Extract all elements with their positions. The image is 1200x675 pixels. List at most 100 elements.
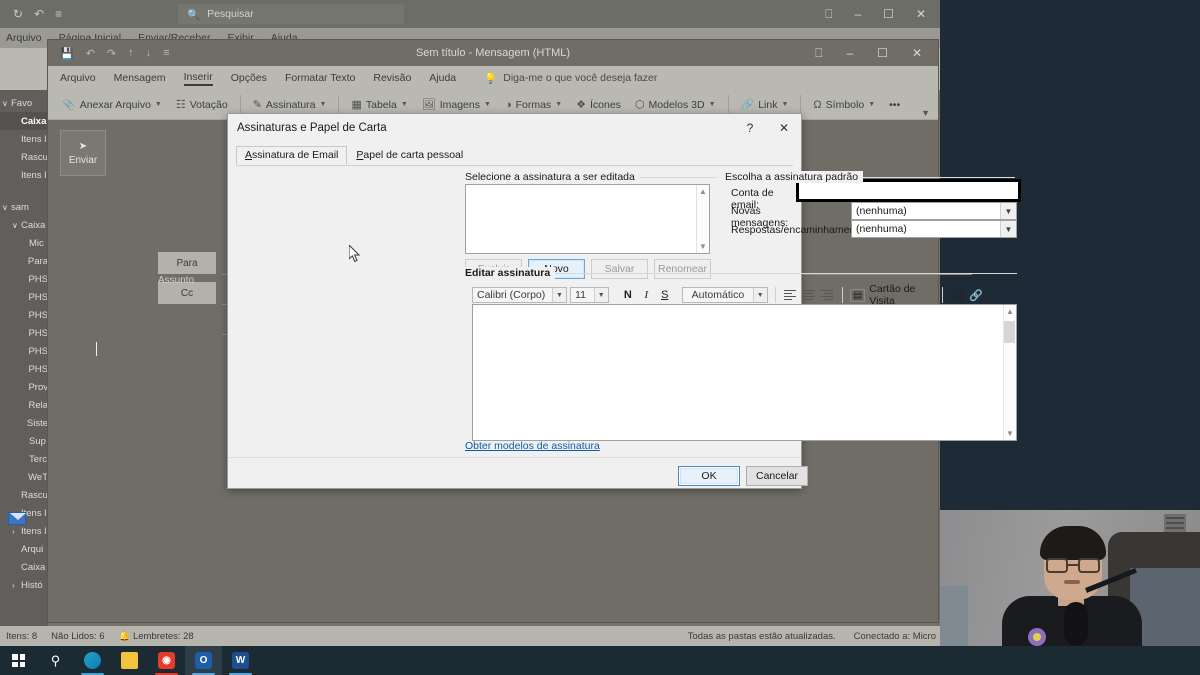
ok-button[interactable]: OK <box>678 466 740 486</box>
chevron-icon[interactable]: › <box>12 581 21 590</box>
ribbon-button-s-mbolo[interactable]: Ω Símbolo ▼ <box>807 97 881 113</box>
ribbon-button-cones[interactable]: ❖ Ícones <box>570 96 627 113</box>
windows-taskbar[interactable]: ⚲ ◉ O W <box>0 646 1200 675</box>
sidebar-item[interactable]: Mic <box>0 234 48 252</box>
editor-scroll-thumb[interactable] <box>1004 321 1015 343</box>
send-button[interactable]: ➤ Enviar <box>60 130 106 176</box>
chevron-down-icon[interactable]: ▼ <box>155 101 162 108</box>
sidebar-item[interactable]: PHS <box>0 360 48 378</box>
ribbon-button-formas[interactable]: ◑ Formas ▼ <box>499 97 568 113</box>
message-tab-ajuda[interactable]: Ajuda <box>429 72 456 84</box>
chevron-down-icon[interactable]: ▼ <box>781 101 788 108</box>
ribbon-button-vota-o[interactable]: ☷ Votação <box>170 96 234 113</box>
message-window-controls[interactable]: ⎕ – ☐ ✕ <box>815 46 938 61</box>
edge-button[interactable] <box>74 646 111 675</box>
sidebar-item[interactable]: PHS <box>0 342 48 360</box>
align-left-icon[interactable] <box>783 287 798 303</box>
maximize-icon[interactable]: ☐ <box>877 46 888 60</box>
insert-picture-icon[interactable]: 🖼 <box>950 287 965 303</box>
message-tab-inserir[interactable]: Inserir <box>183 71 213 86</box>
chevron-down-icon[interactable]: ▼ <box>320 101 327 108</box>
sidebar-item[interactable]: Rascu <box>0 148 48 166</box>
undo-icon[interactable]: ↶ <box>34 8 44 20</box>
signature-listbox[interactable]: ▲ ▼ <box>465 184 710 254</box>
minimize-icon[interactable]: – <box>854 7 861 21</box>
sidebar-item[interactable]: ∨ Favo <box>0 94 48 112</box>
replies-forwards-combo[interactable]: (nenhuma) ▼ <box>851 220 1017 238</box>
help-icon[interactable]: ? <box>733 114 767 141</box>
chevron-down-icon-2[interactable]: ▼ <box>1000 221 1016 237</box>
ribbon-button-[interactable]: ••• <box>883 97 906 113</box>
signature-editor[interactable]: ▲ ▼ <box>472 304 1017 441</box>
minimize-icon[interactable]: – <box>846 46 853 60</box>
chevron-down-icon[interactable]: ▼ <box>709 101 716 108</box>
close-icon[interactable]: ✕ <box>916 7 926 21</box>
tab-assinatura-de-email[interactable]: AAssinatura de Emailssinatura de Email <box>236 146 348 165</box>
sidebar-item[interactable]: Caixa <box>0 112 48 130</box>
message-tab-arquivo[interactable]: Arquivo <box>60 72 96 84</box>
bold-button[interactable]: N <box>620 287 635 303</box>
font-size-combo[interactable]: 11 ▼ <box>570 287 609 303</box>
new-messages-combo[interactable]: (nenhuma) ▼ <box>851 202 1017 220</box>
sidebar-item[interactable]: Para <box>0 252 48 270</box>
scroll-up-icon[interactable]: ▲ <box>1006 305 1014 318</box>
message-ribbon-tabs[interactable]: Arquivo Mensagem Inserir Opções Formatar Tex… <box>48 66 938 90</box>
scroll-down-icon[interactable]: ▼ <box>699 240 707 253</box>
sidebar-item[interactable]: Sup <box>0 432 48 450</box>
chevron-down-icon[interactable]: ▼ <box>555 101 562 108</box>
sidebar-item[interactable]: › Histó <box>0 576 48 594</box>
chevron-icon[interactable]: ∨ <box>12 221 21 230</box>
scroll-down-icon[interactable]: ▼ <box>1006 427 1014 440</box>
sidebar-item[interactable]: Arqui <box>0 540 48 558</box>
sidebar-item[interactable]: PHS <box>0 324 48 342</box>
tab-papel-de-carta-pessoal[interactable]: Papel de carta pessoal <box>347 146 472 165</box>
italic-button[interactable]: I <box>639 287 654 303</box>
scroll-up-icon[interactable]: ▲ <box>699 185 707 198</box>
sidebar-item[interactable]: PHS <box>0 306 48 324</box>
outlook-folder-pane[interactable]: ∨ Favo Caixa Itens l Rascu Itens l ∨ sam ∨ Caixa M… <box>0 90 48 626</box>
chevron-down-icon[interactable]: ▼ <box>484 101 491 108</box>
ribbon-button-tabela[interactable]: ▦ Tabela ▼ <box>345 96 413 113</box>
chevron-down-icon[interactable]: ▼ <box>552 288 567 302</box>
sidebar-item[interactable]: Rascu <box>0 486 48 504</box>
sidebar-item[interactable]: Terc <box>0 450 48 468</box>
outlook-search-box[interactable]: 🔍 Pesquisar <box>178 4 404 24</box>
sidebar-item[interactable]: Rela <box>0 396 48 414</box>
word-button[interactable]: W <box>222 646 259 675</box>
outlook-tab-arquivo[interactable]: Arquivo <box>6 32 42 44</box>
chevron-icon[interactable]: ∨ <box>2 203 11 212</box>
outlook-button[interactable]: O <box>185 646 222 675</box>
sidebar-item[interactable]: ∨ Caixa <box>0 216 48 234</box>
insert-hyperlink-icon[interactable]: 🔗 <box>969 287 984 303</box>
sidebar-item[interactable]: Prov <box>0 378 48 396</box>
app-button[interactable]: ◉ <box>148 646 185 675</box>
ribbon-button-anexar-arquivo[interactable]: 📎 Anexar Arquivo ▼ <box>56 96 168 113</box>
ribbon-display-icon[interactable]: ⎕ <box>815 46 822 61</box>
sidebar-item[interactable]: Itens l <box>0 166 48 184</box>
sidebar-item[interactable]: Itens l <box>0 130 48 148</box>
close-icon[interactable]: ✕ <box>767 114 801 141</box>
chevron-down-icon-3[interactable]: ▼ <box>752 288 767 302</box>
chevron-down-icon[interactable]: ▼ <box>1000 203 1016 219</box>
start-button[interactable] <box>0 646 37 675</box>
cancel-button[interactable]: Cancelar <box>746 466 808 486</box>
chevron-icon[interactable]: › <box>12 527 21 536</box>
message-tab-opções[interactable]: Opções <box>231 72 267 84</box>
ribbon-button-modelos-3d[interactable]: ⬡ Modelos 3D ▼ <box>629 96 722 113</box>
explorer-button[interactable] <box>111 646 148 675</box>
to-field-button[interactable]: Para <box>158 252 216 274</box>
align-center-icon[interactable] <box>801 287 816 303</box>
restore-icon[interactable]: ☐ <box>883 7 894 21</box>
font-color-combo[interactable]: Automático ▼ <box>682 287 768 303</box>
underline-button[interactable]: S <box>657 287 672 303</box>
search-button[interactable]: ⚲ <box>37 646 74 675</box>
ribbon-button-assinatura[interactable]: ✎ Assinatura ▼ <box>247 96 333 113</box>
chevron-down-icon[interactable]: ▼ <box>401 101 408 108</box>
align-right-icon[interactable] <box>819 287 834 303</box>
mail-module-icon[interactable] <box>8 512 26 525</box>
listbox-scrollbar[interactable]: ▲ ▼ <box>696 185 709 253</box>
close-icon[interactable]: ✕ <box>912 46 922 60</box>
chevron-down-icon-2[interactable]: ▼ <box>593 288 608 302</box>
tell-me-box[interactable]: 💡 Diga-me o que você deseja fazer <box>484 72 657 85</box>
customize-qat-icon[interactable]: ≡ <box>55 8 62 20</box>
